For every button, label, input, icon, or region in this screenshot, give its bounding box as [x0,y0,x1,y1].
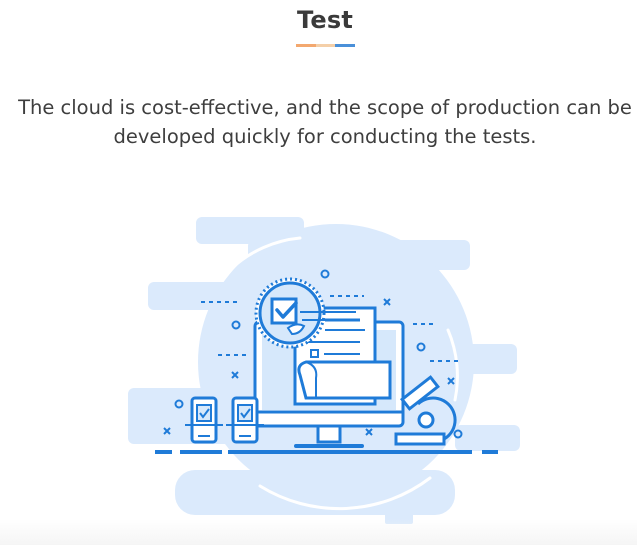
section-title: Test [296,6,354,34]
computer-test-illustration [128,217,520,524]
section-description: The cloud is cost-effective, and the sco… [0,93,637,151]
underline-segment-blue [335,44,355,47]
description-line: developed quickly for conducting the tes… [113,125,537,148]
title-underline [296,44,355,47]
phone-icon [185,396,223,444]
test-section: Test The cloud is cost-effective, and th… [0,0,637,545]
phone-icon [226,396,264,444]
underline-segment-orange [296,44,316,47]
description-line: The cloud is cost-effective, and the sco… [18,96,632,119]
bottom-fade [0,519,637,545]
underline-segment-light [316,44,335,47]
